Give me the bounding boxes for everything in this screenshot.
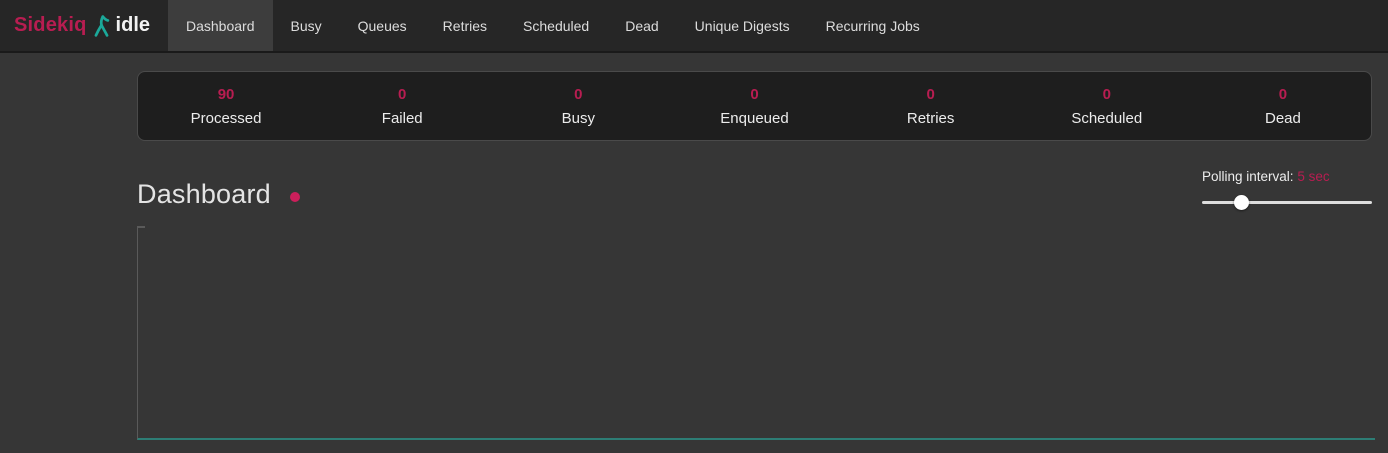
stat-enqueued-value: 0 [666,86,842,103]
stat-retries-label: Retries [843,110,1019,127]
nav-tab-dead[interactable]: Dead [607,0,676,51]
polling-control: Polling interval: 5 sec [1202,169,1372,210]
y-axis-tick [138,226,145,228]
nav-tabs: Dashboard Busy Queues Retries Scheduled … [168,0,938,51]
polling-interval-text: Polling interval: [1202,169,1294,184]
polling-interval-slider[interactable] [1202,195,1372,210]
slider-track [1202,201,1372,204]
nav-tab-busy[interactable]: Busy [273,0,340,51]
stat-processed: 90 Processed [138,86,314,127]
polling-interval-value: 5 sec [1297,169,1329,184]
summary-bar: 90 Processed 0 Failed 0 Busy 0 Enqueued … [137,71,1372,141]
stat-dead-label: Dead [1195,110,1371,127]
process-status: idle [116,14,150,37]
stat-retries-value: 0 [843,86,1019,103]
nav-tab-recurring-jobs[interactable]: Recurring Jobs [808,0,938,51]
stat-retries: 0 Retries [843,86,1019,127]
stat-enqueued-label: Enqueued [666,110,842,127]
stat-dead-value: 0 [1195,86,1371,103]
nav-tab-retries[interactable]: Retries [425,0,505,51]
page-title: Dashboard [137,179,271,210]
polling-interval-label: Polling interval: 5 sec [1202,169,1372,184]
live-beacon-icon [290,192,300,202]
nav-tab-scheduled[interactable]: Scheduled [505,0,607,51]
nav-tab-unique-digests[interactable]: Unique Digests [677,0,808,51]
stat-processed-label: Processed [138,110,314,127]
stat-busy: 0 Busy [490,86,666,127]
nav-tab-dashboard[interactable]: Dashboard [168,0,273,51]
navbar: Sidekiq idle Dashboard Busy Queues Retri… [0,0,1388,53]
stat-scheduled-value: 0 [1019,86,1195,103]
stat-busy-value: 0 [490,86,666,103]
slider-thumb[interactable] [1234,195,1249,210]
stat-scheduled-label: Scheduled [1019,110,1195,127]
stat-failed: 0 Failed [314,86,490,127]
stat-failed-label: Failed [314,110,490,127]
page-header: Dashboard Polling interval: 5 sec [137,169,1372,210]
nav-tab-queues[interactable]: Queues [340,0,425,51]
stat-processed-value: 90 [138,86,314,103]
stat-failed-value: 0 [314,86,490,103]
brand-name: Sidekiq [14,14,87,37]
stat-scheduled: 0 Scheduled [1019,86,1195,127]
stat-busy-label: Busy [490,110,666,127]
realtime-graph-panel [137,226,1375,440]
sidekiq-runner-icon [93,14,110,38]
stat-dead: 0 Dead [1195,86,1371,127]
brand-link[interactable]: Sidekiq idle [0,0,162,51]
stat-enqueued: 0 Enqueued [666,86,842,127]
